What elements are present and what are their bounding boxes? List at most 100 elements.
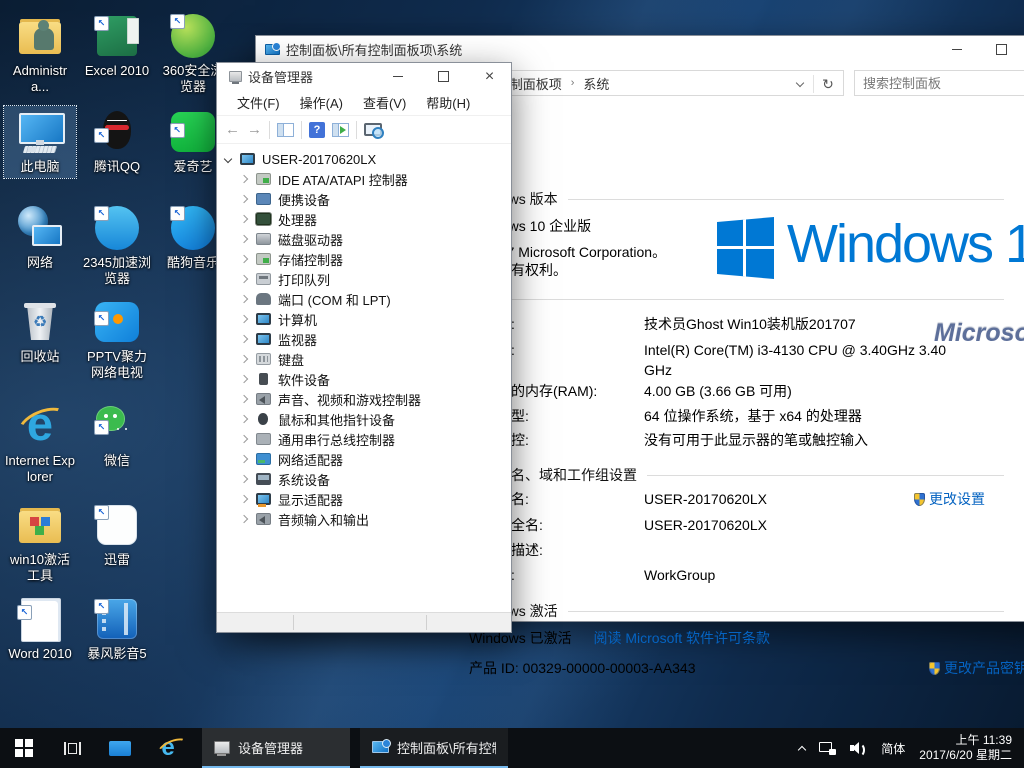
- show-console-tree-icon[interactable]: [277, 123, 294, 137]
- device-tree-item[interactable]: 监视器: [217, 329, 511, 349]
- device-tree-item[interactable]: 显示适配器: [217, 489, 511, 509]
- control-panel-icon: [372, 741, 389, 753]
- device-tree-item[interactable]: 便携设备: [217, 189, 511, 209]
- desktop-icon-baofeng-player[interactable]: 暴风影音5: [81, 593, 153, 665]
- device-tree-item[interactable]: 音频输入和输出: [217, 509, 511, 529]
- device-tree-item[interactable]: 通用串行总线控制器: [217, 429, 511, 449]
- expand-chevron-icon[interactable]: [240, 275, 248, 283]
- taskbar-button-control-panel[interactable]: 控制面板\所有控制...: [360, 728, 508, 768]
- refresh-icon[interactable]: ↻: [814, 76, 842, 93]
- desktop-icon-label: 腾讯QQ: [81, 159, 153, 175]
- expand-chevron-icon[interactable]: [240, 455, 248, 463]
- desktop-icon-word-2010[interactable]: Word 2010: [4, 593, 76, 665]
- help-icon[interactable]: ?: [309, 122, 325, 138]
- computer-name-row: 计算机名:USER-20170620LX: [469, 489, 954, 509]
- device-tree-item[interactable]: 网络适配器: [217, 449, 511, 469]
- expand-chevron-icon[interactable]: [240, 415, 248, 423]
- expand-chevron-icon[interactable]: [240, 395, 248, 403]
- desktop-icon-this-pc[interactable]: 此电脑: [4, 106, 76, 178]
- search-input[interactable]: [854, 70, 1024, 96]
- expand-chevron-icon[interactable]: [240, 175, 248, 183]
- device-tree-item[interactable]: 系统设备: [217, 469, 511, 489]
- volume-icon[interactable]: [850, 741, 867, 755]
- desktop-icon-label: Excel 2010: [81, 63, 153, 79]
- desktop-icon-network[interactable]: 网络: [4, 202, 76, 274]
- action-pane-icon[interactable]: [332, 123, 349, 137]
- desktop-icon-win10-activator[interactable]: win10激活工具: [4, 499, 76, 587]
- expand-chevron-icon[interactable]: [240, 475, 248, 483]
- expand-chevron-icon[interactable]: [240, 235, 248, 243]
- menu-file[interactable]: 文件(F): [227, 89, 290, 116]
- clock[interactable]: 上午 11:39 2017/6/20 星期二: [919, 733, 1012, 763]
- desktop-icon-internet-explorer[interactable]: Internet Explorer: [4, 400, 76, 488]
- minimize-button[interactable]: [934, 36, 979, 63]
- change-settings-link[interactable]: 更改设置: [929, 491, 985, 507]
- desktop-icon-tencent-qq[interactable]: 腾讯QQ: [81, 106, 153, 178]
- sound-controller-icon: [256, 393, 271, 405]
- keyboard-icon: [256, 353, 271, 365]
- expand-chevron-icon[interactable]: [240, 295, 248, 303]
- expand-chevron-icon[interactable]: [240, 495, 248, 503]
- desktop-icon-recycle-bin[interactable]: 回收站: [4, 296, 76, 368]
- license-terms-link[interactable]: 阅读 Microsoft 软件许可条款: [593, 630, 770, 646]
- device-tree-item[interactable]: 端口 (COM 和 LPT): [217, 289, 511, 309]
- hidden-icons-chevron-icon[interactable]: [798, 746, 806, 754]
- desktop-icon-pptv[interactable]: PPTV聚力 网络电视: [81, 296, 153, 384]
- desktop-icon-wechat[interactable]: 微信: [81, 400, 153, 472]
- pinned-ie-button[interactable]: e: [144, 728, 192, 768]
- address-dropdown-button[interactable]: [787, 77, 813, 92]
- taskbar-button-device-manager[interactable]: 设备管理器: [202, 728, 350, 768]
- desktop-icon-thunder[interactable]: 迅雷: [81, 499, 153, 571]
- device-tree-item[interactable]: IDE ATA/ATAPI 控制器: [217, 169, 511, 189]
- device-tree-item[interactable]: 打印队列: [217, 269, 511, 289]
- expand-chevron-icon[interactable]: [240, 255, 248, 263]
- minimize-button[interactable]: [375, 63, 420, 90]
- device-tree-item[interactable]: 键盘: [217, 349, 511, 369]
- device-tree-item[interactable]: 软件设备: [217, 369, 511, 389]
- device-tree-item[interactable]: 鼠标和其他指针设备: [217, 409, 511, 429]
- maximize-button[interactable]: [979, 36, 1024, 63]
- expand-chevron-icon[interactable]: [240, 195, 248, 203]
- audio-io-icon: [256, 513, 271, 525]
- network-icon[interactable]: [819, 742, 836, 755]
- system-window-titlebar[interactable]: 控制面板\所有控制面板项\系统: [256, 36, 1024, 63]
- storage-controller-icon: [256, 253, 271, 265]
- desktop-icon-label: Administra...: [4, 63, 76, 95]
- close-button[interactable]: [467, 63, 512, 90]
- row-value: USER-20170620LX: [644, 515, 954, 535]
- device-tree-item[interactable]: 计算机: [217, 309, 511, 329]
- computer-name-row: 计算机描述:: [469, 540, 954, 560]
- desktop-icon-2345-browser[interactable]: 2345加速浏览器: [81, 202, 153, 290]
- desktop-icon-administrator[interactable]: Administra...: [4, 10, 76, 98]
- scan-hardware-changes-icon[interactable]: [364, 123, 382, 136]
- mouse-icon: [258, 413, 268, 425]
- monitor-icon: [256, 333, 271, 345]
- pinned-this-pc-button[interactable]: [96, 728, 144, 768]
- expand-chevron-icon[interactable]: [240, 375, 248, 383]
- device-tree-root[interactable]: USER-20170620LX: [217, 149, 511, 169]
- expand-chevron-icon[interactable]: [224, 155, 232, 163]
- expand-chevron-icon[interactable]: [240, 315, 248, 323]
- menu-view[interactable]: 查看(V): [353, 89, 416, 116]
- menu-help[interactable]: 帮助(H): [416, 89, 480, 116]
- breadcrumb-item-system[interactable]: 系统: [583, 74, 609, 93]
- device-tree-item[interactable]: 存储控制器: [217, 249, 511, 269]
- maximize-button[interactable]: [421, 63, 466, 90]
- expand-chevron-icon[interactable]: [240, 355, 248, 363]
- forward-icon[interactable]: →: [247, 122, 262, 137]
- task-view-icon: [64, 742, 81, 755]
- device-tree-item[interactable]: 处理器: [217, 209, 511, 229]
- start-button[interactable]: [0, 728, 48, 768]
- menu-action[interactable]: 操作(A): [290, 89, 353, 116]
- change-product-key-link[interactable]: 更改产品密钥: [944, 660, 1024, 676]
- ime-indicator[interactable]: 简体: [881, 740, 905, 757]
- device-tree-item[interactable]: 磁盘驱动器: [217, 229, 511, 249]
- back-icon[interactable]: ←: [225, 122, 240, 137]
- expand-chevron-icon[interactable]: [240, 515, 248, 523]
- expand-chevron-icon[interactable]: [240, 335, 248, 343]
- device-tree-item[interactable]: 声音、视频和游戏控制器: [217, 389, 511, 409]
- expand-chevron-icon[interactable]: [240, 215, 248, 223]
- expand-chevron-icon[interactable]: [240, 435, 248, 443]
- desktop-icon-excel-2010[interactable]: Excel 2010: [81, 10, 153, 82]
- task-view-button[interactable]: [48, 728, 96, 768]
